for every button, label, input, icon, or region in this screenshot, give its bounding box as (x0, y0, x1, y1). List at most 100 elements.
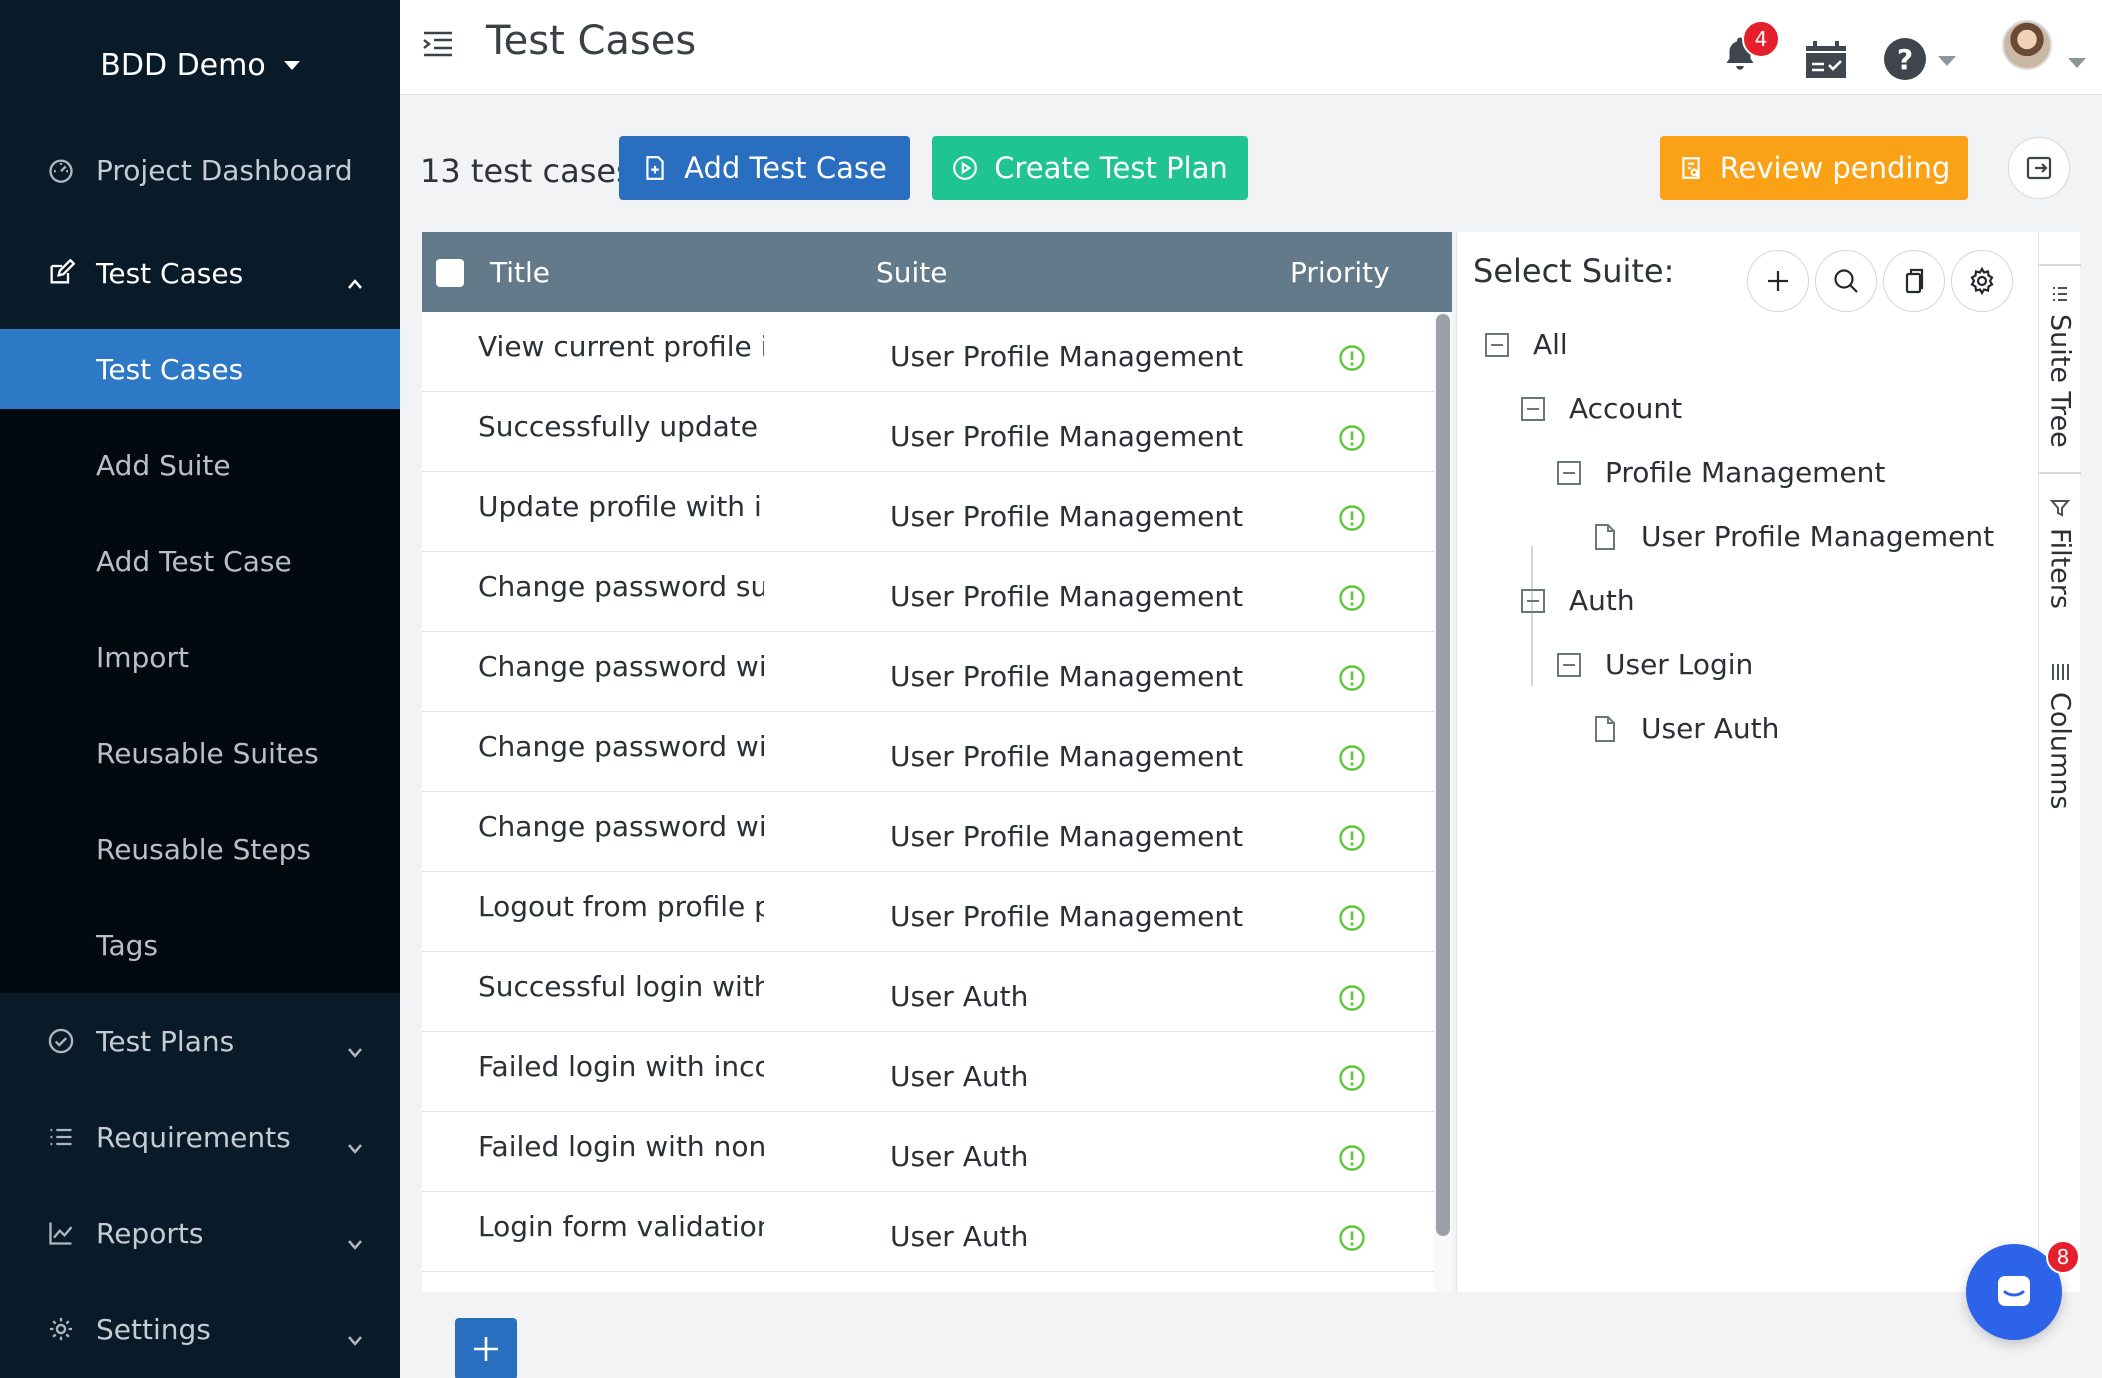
create-test-plan-button[interactable]: Create Test Plan (932, 136, 1248, 200)
cell-title[interactable]: View current profile informa (478, 330, 764, 363)
sidebar-item-test-cases[interactable]: Test Cases (0, 233, 400, 313)
collapse-square-icon[interactable] (1521, 588, 1545, 613)
table-row[interactable]: Successfully update profile i User Profil… (422, 392, 1434, 472)
tree-node-label: User Login (1605, 648, 1754, 681)
tree-node-user-auth[interactable]: User Auth (1593, 712, 1779, 745)
sidebar-subitem-test-cases[interactable]: Test Cases (0, 329, 400, 409)
cell-suite: User Profile Management (890, 740, 1244, 773)
scrollbar-thumb[interactable] (1436, 314, 1450, 1236)
list-icon (46, 1122, 76, 1152)
copy-suite-button[interactable] (1883, 250, 1945, 312)
suite-tree-panel: Select Suite: All Account Profile Manage… (1456, 232, 2038, 1292)
sidebar-subitem-import[interactable]: Import (0, 617, 400, 697)
sidebar-subitem-reusable-steps[interactable]: Reusable Steps (0, 809, 400, 889)
tree-node-label: User Profile Management (1641, 520, 1995, 553)
calendar-check-icon[interactable] (1804, 40, 1848, 80)
create-test-plan-label: Create Test Plan (994, 151, 1228, 185)
table-body: View current profile informa User Profile… (422, 312, 1434, 1292)
collapse-square-icon[interactable] (1485, 332, 1509, 357)
search-suite-button[interactable] (1815, 250, 1877, 312)
cell-title[interactable]: Failed login with incorrect cr (478, 1050, 764, 1083)
tree-node-profile-management[interactable]: Profile Management (1557, 456, 1885, 489)
tab-label: Columns (2044, 692, 2076, 810)
sidebar-subitem-label: Reusable Suites (96, 736, 319, 770)
tab-columns[interactable]: Columns (2039, 662, 2081, 809)
tree-node-user-profile-management[interactable]: User Profile Management (1593, 520, 1994, 553)
tab-suite-tree[interactable]: Suite Tree (2039, 284, 2081, 448)
cell-title[interactable]: Successfully update profile i (478, 410, 764, 443)
cell-title[interactable]: Update profile with invalid n (478, 490, 764, 523)
caret-down-icon[interactable] (2068, 58, 2086, 68)
table-row[interactable]: Change password with misn User Profile Ma… (422, 792, 1434, 872)
sidebar-item-requirements[interactable]: Requirements (0, 1097, 400, 1177)
table-row[interactable]: Update profile with invalid n User Profil… (422, 472, 1434, 552)
sidebar-subitem-add-suite[interactable]: Add Suite (0, 425, 400, 505)
table-row[interactable]: Successful login with valid u User Auth (422, 952, 1434, 1032)
table-row[interactable]: View current profile informa User Profile… (422, 312, 1434, 392)
priority-icon (1338, 344, 1366, 372)
chat-unread-badge: 8 (2046, 1240, 2080, 1274)
notification-badge: 4 (1742, 20, 1780, 58)
sidebar-subitem-label: Add Suite (96, 448, 231, 482)
gear-icon (46, 1314, 76, 1344)
review-pending-button[interactable]: Review pending (1660, 136, 1968, 200)
sidebar-subitem-reusable-suites[interactable]: Reusable Suites (0, 713, 400, 793)
chevron-up-icon (346, 265, 364, 298)
table-row[interactable]: Change password with weak User Profile Ma… (422, 712, 1434, 792)
sidebar-subitem-add-test-case[interactable]: Add Test Case (0, 521, 400, 601)
column-header-title[interactable]: Title (490, 256, 550, 289)
cell-title[interactable]: Change password with incor (478, 650, 764, 683)
table-row[interactable]: Failed login with incorrect cr User Auth (422, 1032, 1434, 1112)
priority-icon (1338, 504, 1366, 532)
priority-icon (1338, 1144, 1366, 1172)
sidebar-subitem-label: Test Cases (96, 352, 244, 386)
tab-filters[interactable]: Filters (2039, 498, 2081, 609)
cell-title[interactable]: Change password with misn (478, 810, 764, 843)
tree-node-user-login[interactable]: User Login (1557, 648, 1753, 681)
table-row[interactable]: Failed login with non-exister User Auth (422, 1112, 1434, 1192)
collapse-square-icon[interactable] (1521, 396, 1545, 421)
cell-title[interactable]: Change password successfu (478, 570, 764, 603)
tree-node-all[interactable]: All (1485, 328, 1568, 361)
select-all-checkbox[interactable] (436, 259, 464, 287)
sidebar-item-label: Reports (96, 1216, 204, 1250)
table-row[interactable]: Change password successfu User Profile Ma… (422, 552, 1434, 632)
collapse-square-icon[interactable] (1557, 652, 1581, 677)
cell-title[interactable]: Logout from profile page (478, 890, 764, 923)
cell-title[interactable]: Change password with weak (478, 730, 764, 763)
suite-settings-button[interactable] (1951, 250, 2013, 312)
project-selector[interactable]: BDD Demo (0, 0, 400, 130)
cell-title[interactable]: Login form validation for em (478, 1210, 764, 1243)
add-suite-button[interactable] (1747, 250, 1809, 312)
add-test-case-button[interactable]: Add Test Case (619, 136, 910, 200)
tree-node-account[interactable]: Account (1521, 392, 1682, 425)
quick-add-button[interactable] (455, 1318, 517, 1378)
collapse-square-icon[interactable] (1557, 460, 1581, 485)
play-circle-icon (953, 156, 978, 180)
column-header-priority[interactable]: Priority (1290, 256, 1390, 289)
table-row[interactable]: Login form validation for em User Auth (422, 1192, 1434, 1272)
sidebar-subitem-tags[interactable]: Tags (0, 905, 400, 985)
table-row[interactable]: Change password with incor User Profile M… (422, 632, 1434, 712)
sidebar-item-settings[interactable]: Settings (0, 1289, 400, 1369)
chat-icon (1998, 1276, 2030, 1306)
sidebar-item-project-dashboard[interactable]: Project Dashboard (0, 130, 400, 210)
collapse-panel-button[interactable] (2008, 137, 2070, 199)
caret-down-icon[interactable] (1938, 56, 1956, 66)
cell-suite: User Profile Management (890, 420, 1244, 453)
priority-icon (1338, 584, 1366, 612)
cell-title[interactable]: Failed login with non-exister (478, 1130, 764, 1163)
tree-node-auth[interactable]: Auth (1521, 584, 1635, 617)
plus-icon (1768, 271, 1788, 291)
help-icon[interactable]: ? (1884, 38, 1926, 80)
cell-title[interactable]: Successful login with valid u (478, 970, 764, 1003)
check-circle-icon (46, 1026, 76, 1056)
sidebar-item-test-plans[interactable]: Test Plans (0, 1001, 400, 1081)
column-header-suite[interactable]: Suite (876, 256, 948, 289)
menu-collapse-icon[interactable] (420, 26, 456, 62)
file-icon (1593, 523, 1617, 551)
table-row[interactable]: Logout from profile page User Profile Man… (422, 872, 1434, 952)
table-header: Title Suite Priority (422, 232, 1452, 312)
user-avatar[interactable] (2002, 20, 2052, 70)
sidebar-item-reports[interactable]: Reports (0, 1193, 400, 1273)
